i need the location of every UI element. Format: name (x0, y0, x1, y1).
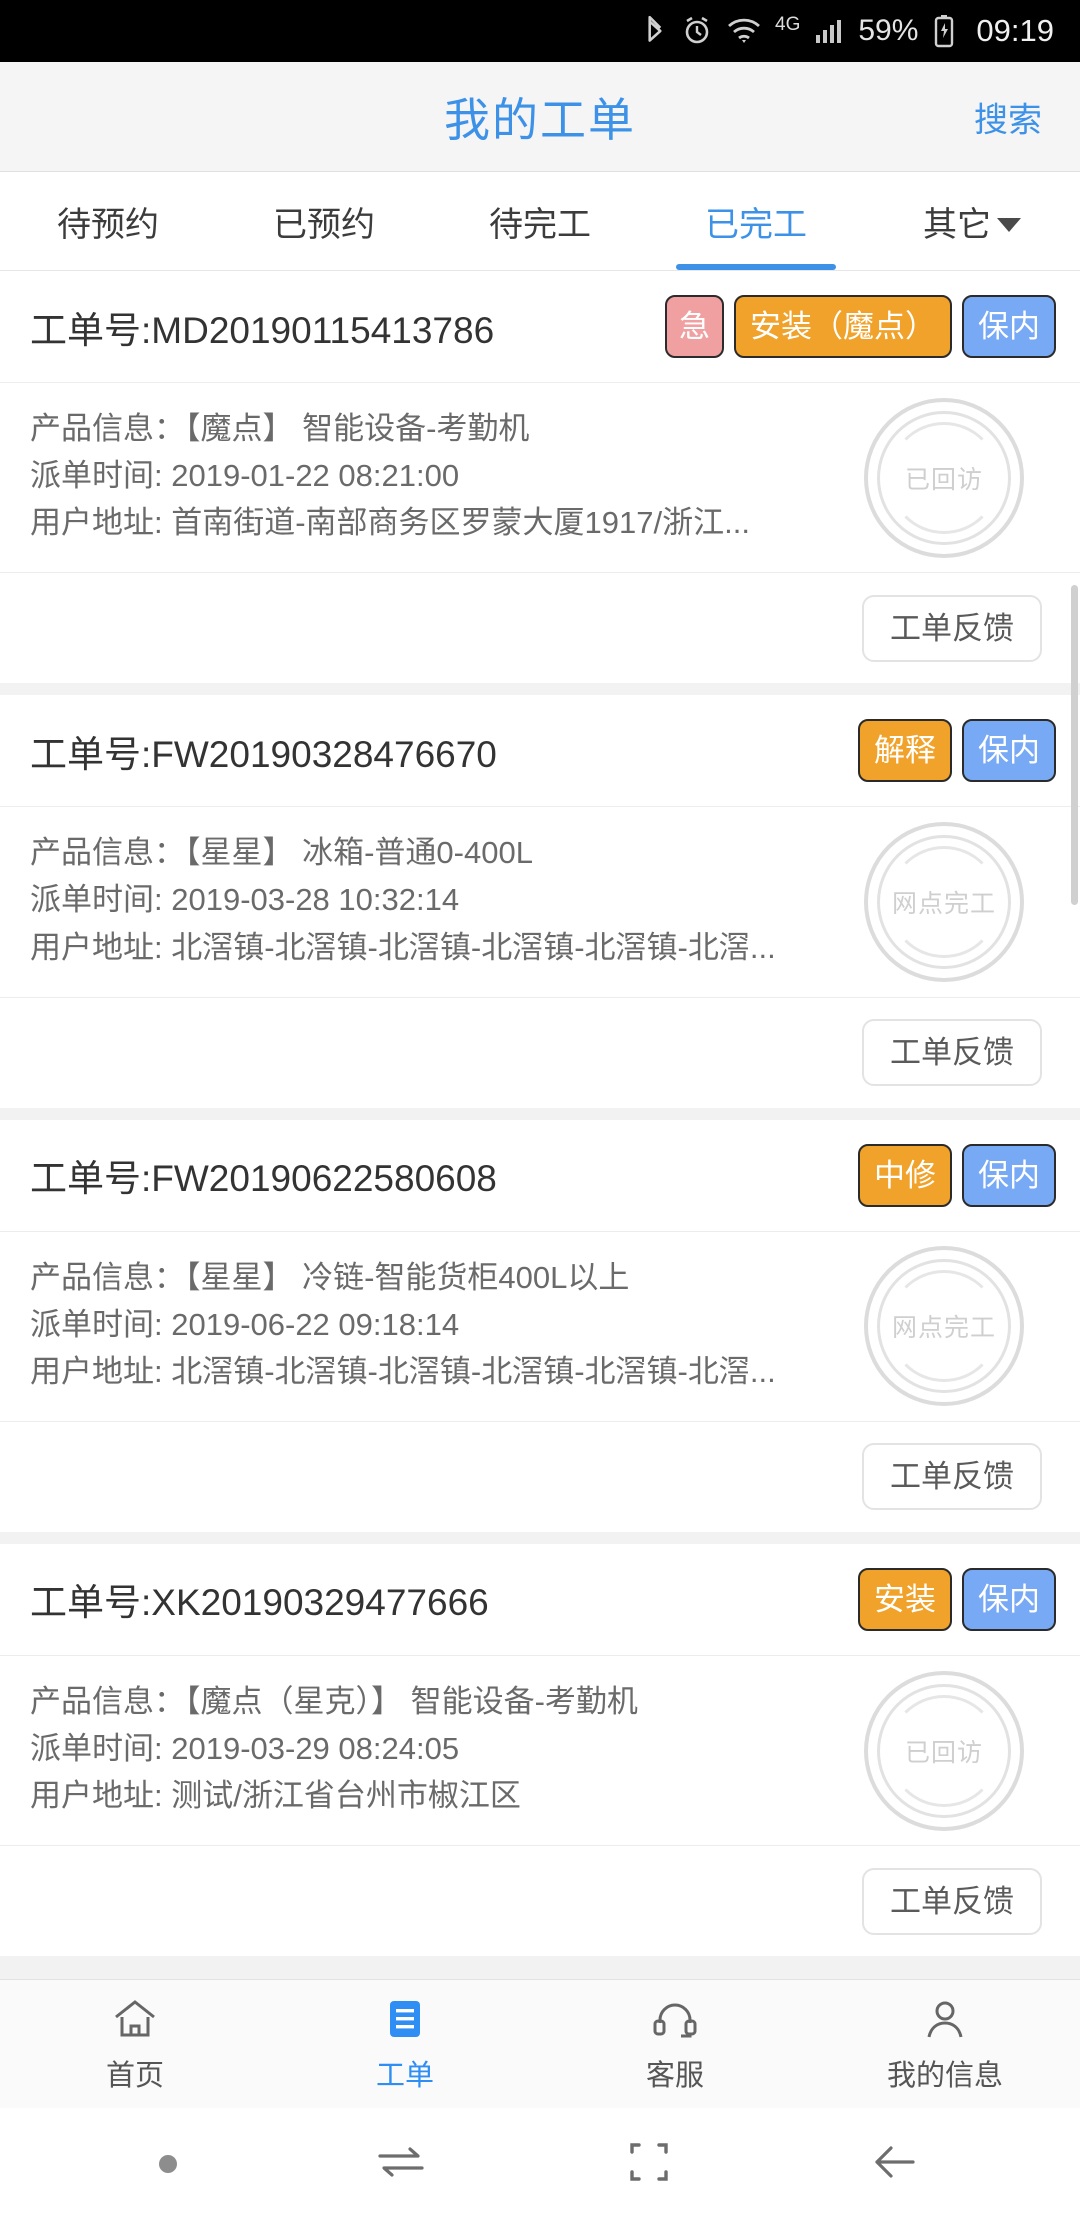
badge-warranty: 保内 (962, 295, 1056, 358)
tab-label: 已完工 (705, 205, 807, 244)
order-feedback-button[interactable]: 工单反馈 (862, 1019, 1042, 1087)
badge-warranty: 保内 (962, 1567, 1056, 1631)
android-navigation-bar (0, 2108, 1080, 2220)
order-card-header: 工单号:MD20190115413786 急 安装（魔点） 保内 (0, 271, 1080, 383)
badge-service-type: 安装（魔点） (734, 295, 952, 358)
phone-screen: 4G 59% 09:19 我的工单 搜索 待预约 已预约 待完工 已完工 其它 … (0, 0, 1080, 2220)
chevron-down-icon (997, 218, 1021, 232)
tab-pending-appointment[interactable]: 待预约 (0, 172, 216, 270)
nav-item-support[interactable]: 客服 (540, 1994, 810, 2094)
bluetooth-icon (642, 14, 668, 48)
order-card[interactable]: 工单号:FW20190622580608 中修 保内 产品信息：【星星】 冷链-… (0, 1119, 1080, 1532)
order-card-header: 工单号:FW20190622580608 中修 保内 (0, 1120, 1080, 1232)
tab-pending-completion[interactable]: 待完工 (432, 172, 648, 270)
order-card-body[interactable]: 产品信息：【星星】 冰箱-普通0-400L 派单时间: 2019-03-28 1… (0, 807, 1080, 998)
badge-service-type: 安装 (858, 1567, 952, 1631)
order-card-body[interactable]: 产品信息：【星星】 冷链-智能货柜400L以上 派单时间: 2019-06-22… (0, 1232, 1080, 1422)
tab-appointed[interactable]: 已预约 (216, 172, 432, 270)
tab-label: 其它 (923, 205, 991, 244)
title-bar: 我的工单 搜索 (0, 62, 1080, 172)
battery-icon (933, 14, 955, 48)
badge-service-type: 中修 (858, 1143, 952, 1207)
order-feedback-button[interactable]: 工单反馈 (862, 1867, 1042, 1935)
network-type-label: 4G (775, 13, 801, 35)
order-number: 工单号:FW20190328476670 (30, 733, 497, 775)
alarm-icon (681, 15, 713, 47)
headset-icon (649, 1994, 701, 2044)
search-button[interactable]: 搜索 (974, 92, 1042, 141)
nav-item-orders[interactable]: 工单 (270, 1994, 540, 2094)
nav-label: 我的信息 (886, 2060, 1003, 2092)
stamp-label: 网点完工 (891, 1314, 996, 1343)
order-card[interactable]: 工单号:FW20190328476670 解释 保内 产品信息：【星星】 冰箱-… (0, 695, 1080, 1108)
order-feedback-button[interactable]: 工单反馈 (862, 594, 1042, 662)
order-card-body[interactable]: 产品信息：【魔点】 智能设备-考勤机 派单时间: 2019-01-22 08:2… (0, 383, 1080, 574)
order-badges: 中修 保内 (858, 1143, 1056, 1207)
tab-completed[interactable]: 已完工 (648, 172, 864, 270)
tab-label: 已预约 (273, 205, 375, 244)
nav-item-home[interactable]: 首页 (0, 1994, 270, 2094)
order-card-footer: 工单反馈 (0, 1846, 1080, 1956)
badge-warranty: 保内 (962, 719, 1056, 783)
status-clock: 09:19 (976, 13, 1054, 48)
status-stamp: 网点完工 (864, 1246, 1024, 1407)
page-title: 我的工单 (444, 93, 636, 146)
order-number: 工单号:FW20190622580608 (30, 1158, 497, 1200)
order-card-footer: 工单反馈 (0, 1422, 1080, 1532)
tab-others[interactable]: 其它 (864, 172, 1080, 270)
battery-percent-label: 59% (858, 14, 919, 47)
nav-label: 首页 (105, 2060, 164, 2092)
order-list[interactable]: 工单号:MD20190115413786 急 安装（魔点） 保内 产品信息：【魔… (0, 271, 1080, 1979)
person-icon (921, 1994, 969, 2044)
list-scrollbar[interactable] (1071, 585, 1078, 905)
order-card-footer: 工单反馈 (0, 573, 1080, 683)
status-stamp: 已回访 (864, 397, 1024, 558)
nav-label: 工单 (375, 2060, 434, 2092)
status-icons: 4G 59% 09:19 (642, 13, 1054, 49)
tab-bar: 待预约 已预约 待完工 已完工 其它 (0, 172, 1080, 271)
stamp-label: 网点完工 (891, 889, 996, 918)
tab-label: 待完工 (489, 205, 591, 244)
order-card[interactable]: 工单号:XK20190329477666 安装 保内 产品信息：【魔点（星克）】… (0, 1543, 1080, 1957)
recents-icon[interactable] (374, 2145, 428, 2184)
tab-label: 待预约 (57, 205, 159, 244)
order-badges: 急 安装（魔点） 保内 (665, 295, 1056, 358)
order-card-footer: 工单反馈 (0, 998, 1080, 1108)
status-bar: 4G 59% 09:19 (0, 0, 1080, 62)
order-card[interactable]: 工单号:MD20190115413786 急 安装（魔点） 保内 产品信息：【魔… (0, 271, 1080, 684)
status-stamp: 网点完工 (864, 821, 1024, 982)
status-stamp: 已回访 (864, 1670, 1024, 1831)
order-card-body[interactable]: 产品信息：【魔点（星克）】 智能设备-考勤机 派单时间: 2019-03-29 … (0, 1656, 1080, 1847)
order-card-header: 工单号:XK20190329477666 安装 保内 (0, 1544, 1080, 1656)
stamp-label: 已回访 (904, 465, 983, 494)
stamp-label: 已回访 (904, 1738, 983, 1767)
order-badges: 安装 保内 (858, 1567, 1056, 1631)
order-badges: 解释 保内 (858, 719, 1056, 783)
badge-service-type: 解释 (858, 719, 952, 783)
home-icon (111, 1994, 159, 2044)
nav-label: 客服 (645, 2060, 704, 2092)
badge-urgent: 急 (665, 295, 724, 358)
order-number: 工单号:XK20190329477666 (30, 1582, 489, 1624)
home-square-icon[interactable] (626, 2139, 672, 2190)
nav-item-profile[interactable]: 我的信息 (810, 1994, 1080, 2094)
wifi-icon (726, 15, 762, 47)
list-icon (381, 1994, 429, 2044)
order-feedback-button[interactable]: 工单反馈 (862, 1443, 1042, 1511)
bottom-navigation: 首页 工单 客服 我的信息 (0, 1979, 1080, 2108)
signal-icon (813, 15, 845, 47)
back-arrow-icon[interactable] (869, 2143, 921, 2186)
order-card-header: 工单号:FW20190328476670 解释 保内 (0, 695, 1080, 808)
dot-icon[interactable] (158, 2155, 177, 2173)
order-number: 工单号:MD20190115413786 (30, 309, 495, 351)
badge-warranty: 保内 (962, 1143, 1056, 1207)
